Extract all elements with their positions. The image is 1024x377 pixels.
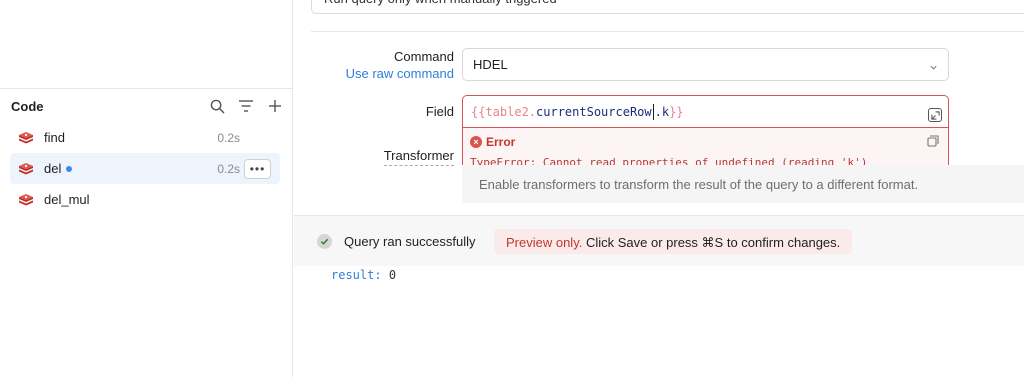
error-icon: × [470,136,482,148]
query-name: del_mul [44,192,90,207]
result-value: 0 [388,268,397,282]
transformer-label: Transformer [383,148,454,166]
redis-icon [18,162,34,176]
query-list: find 0.2s del 0.2s ••• del_mul [10,122,280,215]
unsaved-indicator [66,165,73,172]
filter-icon[interactable] [238,98,254,114]
preview-notice: Preview only. Click Save or press ⌘S to … [494,229,853,254]
chevron-down-icon [929,60,938,75]
sidebar: Code find 0.2s del 0.2s ••• del_mul [0,0,293,377]
template-open-brace: {{ [471,104,486,119]
template-close-brace: }} [669,104,684,119]
template-property: currentSourceRow [536,104,652,119]
sidebar-divider [0,88,293,89]
redis-icon [18,193,34,207]
query-name: del [44,161,62,176]
preview-only-text: Preview only. [506,235,583,250]
result-output: result: 0 [331,268,396,282]
expand-editor-icon[interactable] [928,108,942,122]
query-editor: Run query only when manually triggered C… [294,0,1024,377]
search-icon[interactable] [209,98,225,114]
field-label: Field [425,104,454,119]
use-raw-command-link[interactable]: Use raw command [346,66,454,81]
copy-icon[interactable] [927,134,939,152]
query-item-del-mul[interactable]: del_mul [10,184,280,215]
preview-instructions: Click Save or press ⌘S to confirm change… [582,235,841,250]
field-input[interactable]: {{table2. currentSourceRow .k}} [462,95,949,128]
status-text: Query ran successfully [344,234,476,249]
more-options-button[interactable]: ••• [244,158,271,179]
transformer-description[interactable]: Enable transformers to transform the res… [462,165,1024,203]
add-query-icon[interactable] [267,98,283,114]
result-key: result: [331,268,382,282]
query-item-find[interactable]: find 0.2s [10,122,280,153]
section-divider [311,31,1024,32]
template-object: table2. [485,104,537,119]
code-title: Code [11,98,44,114]
check-icon [317,234,332,249]
text-caret [652,103,654,120]
command-select[interactable]: HDEL [462,48,949,81]
run-behavior-select[interactable]: Run query only when manually triggered [311,0,1024,14]
error-title: Error [486,135,516,149]
query-item-del[interactable]: del 0.2s ••• [10,153,280,184]
command-value: HDEL [473,57,508,72]
code-header: Code [11,96,283,116]
command-label: Command [394,49,454,64]
error-header: × Error [470,135,515,149]
redis-icon [18,131,34,145]
query-time: 0.2s [217,161,240,176]
query-name: find [44,130,65,145]
query-time: 0.2s [217,130,240,145]
status-bar: Query ran successfully Preview only. Cli… [294,216,1024,266]
template-trailing-property: .k [654,104,670,119]
